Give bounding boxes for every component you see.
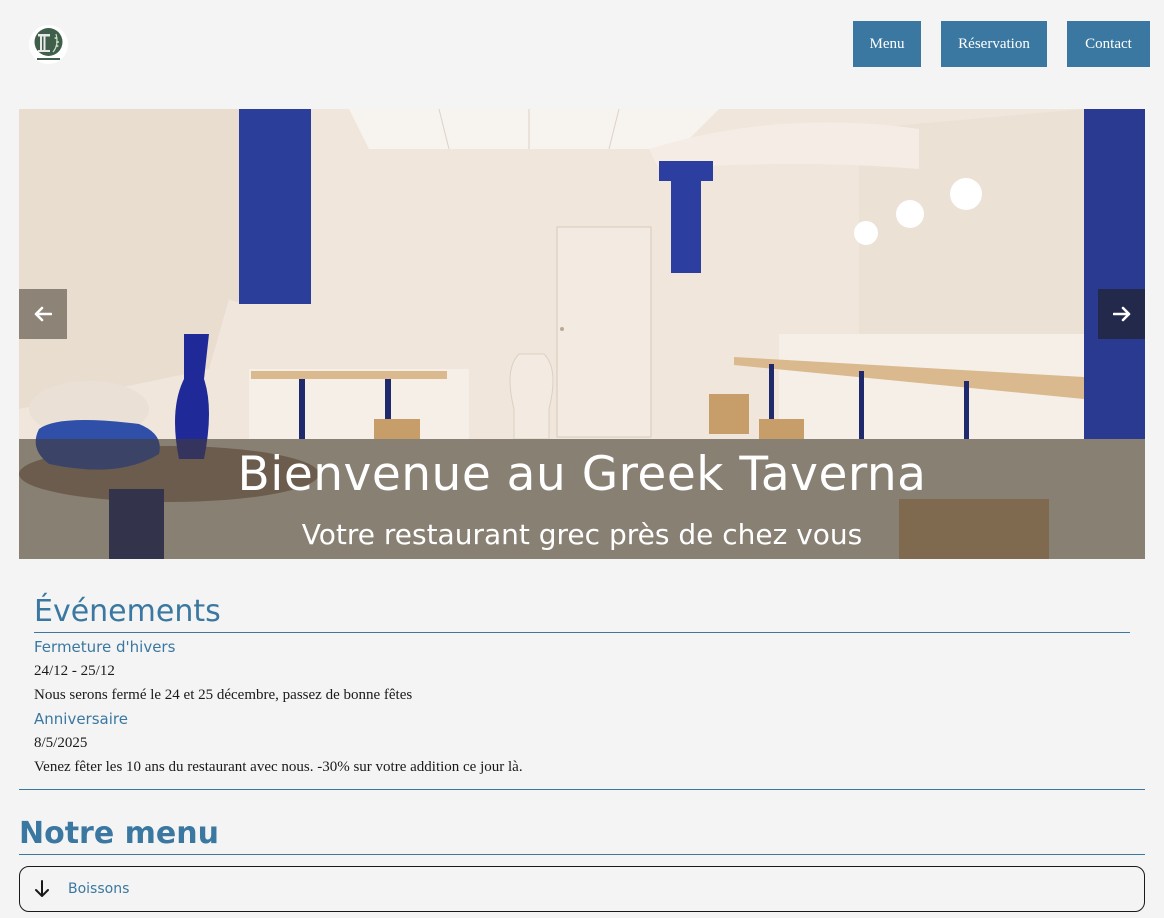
menu-title: Notre menu (19, 816, 219, 851)
event-name: Anniversaire (34, 710, 128, 728)
carousel-next-button[interactable] (1098, 289, 1145, 339)
logo-icon[interactable] (29, 25, 68, 64)
arrow-left-icon (34, 306, 52, 322)
menu-accordion-boissons[interactable]: Boissons (19, 866, 1145, 912)
event-description: Venez fêter les 10 ans du restaurant ave… (34, 759, 523, 775)
event-description: Nous serons fermé le 24 et 25 décembre, … (34, 687, 413, 703)
carousel-prev-button[interactable] (19, 289, 67, 339)
hero-title: Bienvenue au Greek Taverna (237, 447, 927, 502)
section-divider (19, 789, 1145, 790)
nav-reservation-button[interactable]: Réservation (941, 21, 1047, 67)
arrow-right-icon (1113, 306, 1131, 322)
events-title: Événements (34, 594, 221, 629)
hero-carousel: Bienvenue au Greek Taverna Votre restaur… (19, 109, 1145, 559)
nav-contact-button[interactable]: Contact (1067, 21, 1150, 67)
menu-divider (19, 854, 1145, 855)
event-name: Fermeture d'hivers (34, 638, 176, 656)
event-date: 24/12 - 25/12 (34, 663, 115, 679)
event-date: 8/5/2025 (34, 735, 88, 751)
site-header: Menu Réservation Contact (0, 0, 1164, 90)
nav-menu-button[interactable]: Menu (853, 21, 921, 67)
accordion-label: Boissons (68, 881, 130, 897)
events-section: Événements Fermeture d'hivers 24/12 - 25… (34, 592, 1130, 779)
arrow-down-icon (35, 880, 49, 897)
hero-subtitle: Votre restaurant grec près de chez vous (301, 518, 863, 551)
menu-section: Notre menu (19, 814, 1145, 855)
